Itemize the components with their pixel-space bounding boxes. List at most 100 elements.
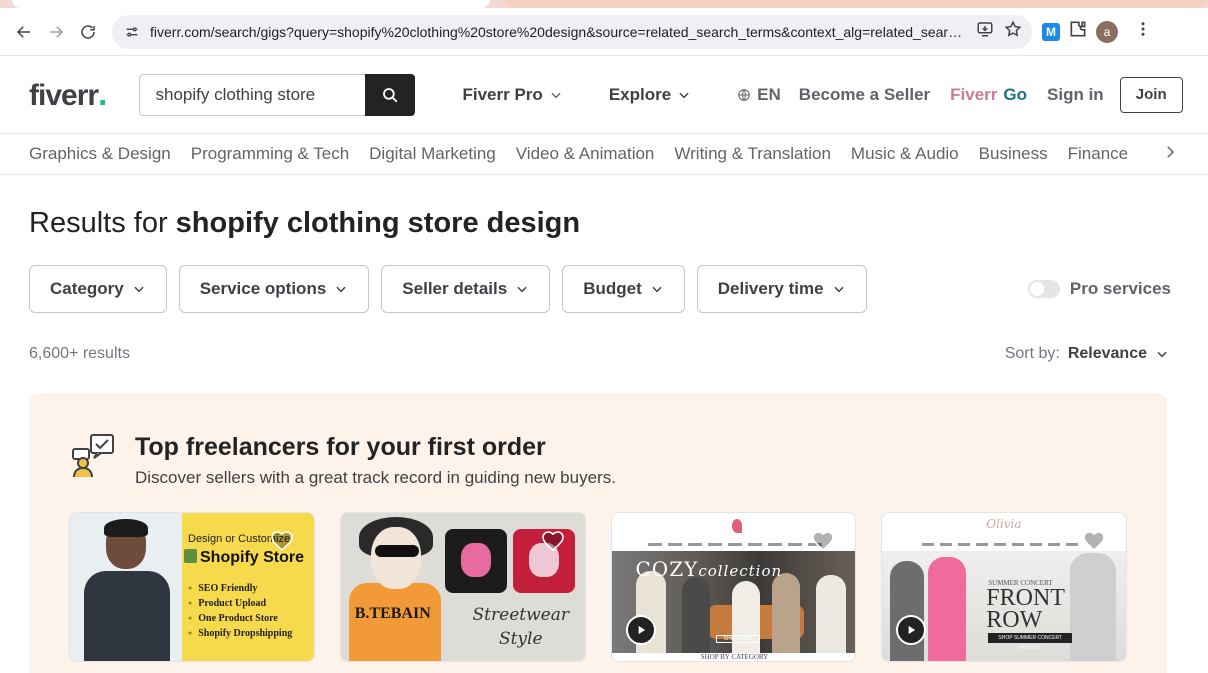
chevron-down-icon	[551, 92, 561, 98]
filter-service-options[interactable]: Service options	[178, 265, 370, 313]
mock-store-logo	[731, 519, 742, 533]
site-settings-icon[interactable]	[122, 22, 142, 42]
sort-dropdown[interactable]: Sort by: Relevance	[1005, 345, 1169, 363]
category-scroll-right-icon[interactable]	[1161, 143, 1179, 166]
hero-headline-script: collection	[698, 562, 783, 580]
store-hero-photo: SUMMER CONCERT FRONT ROW SHOP SUMMER CON…	[882, 551, 1127, 661]
profile-avatar[interactable]: a	[1096, 20, 1118, 43]
globe-icon	[738, 88, 750, 101]
hero-line: FRONT	[986, 585, 1065, 611]
mock-shop-now-button: SHOP NOW	[715, 635, 760, 643]
fiverr-pro-label: Fiverr Pro	[462, 84, 543, 104]
bookmark-star-icon[interactable]	[1004, 20, 1022, 43]
gig-card-front-row[interactable]: Olivia SUMMER CONCERT FRONT ROW SHOP SUM…	[881, 512, 1127, 662]
pro-services-toggle[interactable]: Pro services	[1027, 279, 1171, 299]
arrow-right-icon	[50, 25, 64, 38]
hero-line: ROW	[986, 607, 1043, 633]
fiverr-go-link[interactable]: Fiverr Go	[950, 85, 1027, 105]
feature-item: One Product Store	[188, 611, 292, 626]
page-title: Results for shopify clothing store desig…	[29, 207, 1179, 240]
chevron-down-icon	[1157, 351, 1167, 358]
reload-button[interactable]	[72, 16, 104, 48]
explore-label: Explore	[608, 84, 672, 104]
back-button[interactable]	[8, 16, 40, 48]
heart-icon[interactable]	[541, 529, 565, 553]
address-bar[interactable]: fiverr.com/search/gigs?query=shopify%20c…	[112, 14, 1032, 49]
category-programming-tech[interactable]: Programming & Tech	[191, 144, 349, 164]
extensions-puzzle-icon[interactable]	[1068, 19, 1088, 44]
sort-label: Sort by:	[1004, 345, 1060, 362]
browser-tab-inactive[interactable]	[506, 0, 1206, 8]
category-finance[interactable]: Finance	[1068, 144, 1128, 164]
main-content: Results for shopify clothing store desig…	[0, 207, 1208, 673]
forward-button[interactable]	[40, 16, 72, 48]
script-line: Streetwear	[472, 605, 569, 625]
chevron-down-icon	[517, 286, 527, 293]
chevron-down-icon	[679, 92, 689, 98]
toggle-switch[interactable]	[1027, 280, 1060, 298]
promo-subtitle: Discover sellers with a great track reco…	[135, 468, 616, 487]
mock-store-menu	[922, 543, 1083, 546]
fiverr-logo[interactable]: fiverr.	[29, 75, 108, 114]
sign-in-link[interactable]: Sign in	[1047, 85, 1104, 105]
gig-card-cozy-collection[interactable]: COZYcollection SHOP NOW SHOP BY CATEGORY	[610, 512, 857, 662]
checklist-person-icon	[72, 434, 114, 478]
category-writing-translation[interactable]: Writing & Translation	[674, 144, 831, 164]
mock-section-title: SHOP BY CATEGORY	[611, 653, 856, 661]
mock-store-menu	[647, 543, 824, 546]
gig-card-shopify-store[interactable]: Design or Customize Shopify Store SEO Fr…	[69, 512, 315, 662]
url-text[interactable]: fiverr.com/search/gigs?query=shopify%20c…	[150, 24, 966, 40]
join-button[interactable]: Join	[1119, 76, 1183, 113]
filter-category[interactable]: Category	[29, 265, 167, 313]
filter-budget[interactable]: Budget	[562, 265, 685, 313]
filter-delivery-time[interactable]: Delivery time	[696, 265, 867, 313]
extension-m-icon[interactable]: M	[1042, 22, 1060, 41]
shopify-bag-icon	[184, 549, 197, 563]
chevron-down-icon	[336, 286, 346, 293]
logo-dot: .	[98, 75, 108, 113]
fiverr-pro-menu[interactable]: Fiverr Pro	[463, 85, 563, 105]
search-button[interactable]	[364, 73, 415, 116]
results-bar: 6,600+ results Sort by: Relevance	[29, 345, 1179, 363]
site-header: fiverr. Fiverr Pro Explore EN Become a S…	[0, 56, 1208, 134]
category-digital-marketing[interactable]: Digital Marketing	[369, 144, 496, 164]
seller-photo	[70, 513, 182, 661]
filter-label: Budget	[583, 279, 642, 298]
pro-services-label: Pro services	[1069, 279, 1171, 298]
fiverr-go-part1: Fiverr	[950, 84, 998, 104]
card-script-text: Streetwear Style	[469, 603, 573, 651]
become-seller-link[interactable]: Become a Seller	[799, 85, 930, 105]
feature-item: Product Upload	[188, 596, 292, 611]
gig-card-streetwear[interactable]: B.TEBAIN Streetwear Style	[339, 512, 586, 662]
hero-headline: FRONT ROW	[986, 585, 1065, 633]
browser-tab-active[interactable]	[12, 0, 490, 8]
category-music-audio[interactable]: Music & Audio	[851, 144, 959, 164]
explore-menu[interactable]: Explore	[609, 85, 691, 105]
chevron-down-icon	[652, 286, 662, 293]
results-prefix: Results for	[29, 207, 176, 239]
language-label: EN	[757, 84, 781, 104]
heart-icon[interactable]	[811, 529, 835, 553]
category-business[interactable]: Business	[979, 144, 1048, 164]
heart-icon[interactable]	[1082, 529, 1106, 553]
logo-text: fiverr	[29, 79, 99, 112]
category-graphics-design[interactable]: Graphics & Design	[29, 144, 171, 164]
filter-label: Delivery time	[717, 279, 824, 298]
video-play-button[interactable]	[625, 615, 656, 645]
script-line: Style	[498, 629, 543, 649]
category-video-animation[interactable]: Video & Animation	[516, 144, 655, 164]
install-app-icon[interactable]	[976, 20, 994, 43]
tshirt-mockup-black	[444, 529, 507, 593]
heart-icon[interactable]	[270, 529, 294, 553]
browser-menu-icon[interactable]	[1134, 20, 1152, 43]
sort-value: Relevance	[1067, 345, 1147, 362]
filter-label: Seller details	[402, 279, 508, 298]
filter-seller-details[interactable]: Seller details	[381, 265, 551, 313]
chevron-down-icon	[833, 286, 844, 293]
filter-bar: Category Service options Seller details …	[29, 265, 1179, 313]
search-box	[138, 73, 415, 116]
browser-toolbar: fiverr.com/search/gigs?query=shopify%20c…	[0, 8, 1208, 56]
language-selector[interactable]: EN	[737, 85, 781, 105]
search-input[interactable]	[138, 73, 365, 116]
arrow-left-icon	[16, 25, 30, 38]
